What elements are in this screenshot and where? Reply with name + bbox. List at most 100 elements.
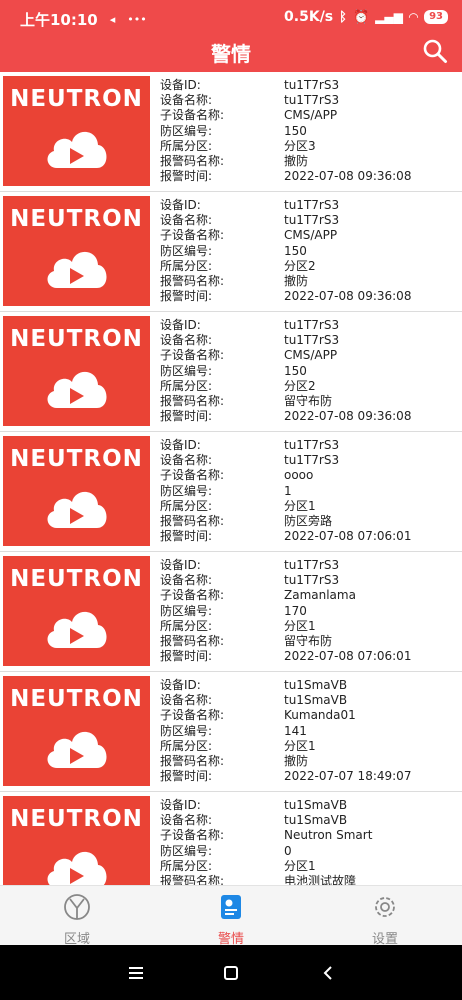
field-device-name: 设备名称: tu1SmaVB	[160, 693, 460, 708]
field-label: 报警时间:	[160, 529, 213, 544]
field-value: 2022-07-08 09:36:08	[284, 409, 412, 424]
field-value: tu1T7rS3	[284, 318, 340, 332]
alarm-details: 设备ID: tu1SmaVB 设备名称: tu1SmaVB 子设备名称: Neutron …	[160, 798, 460, 885]
neutron-logo-thumbnail: NEUTRON	[3, 436, 150, 546]
field-label: 报警时间:	[160, 769, 213, 784]
field-device-id: 设备ID: tu1T7rS3	[160, 78, 460, 93]
more-notifications-icon: •••	[127, 13, 147, 26]
alarm-list-item[interactable]: NEUTRON 设备ID: tu1SmaVB 设备名称: tu1SmaVB 子设备名称: K…	[0, 672, 462, 792]
field-value: 分区1	[284, 618, 316, 633]
field-label: 设备名称:	[160, 93, 213, 108]
field-label: 防区编号:	[160, 123, 213, 138]
field-label: 设备ID:	[160, 558, 201, 572]
field-sub-device-name: 子设备名称: oooo	[160, 468, 460, 483]
field-device-id: 设备ID: tu1T7rS3	[160, 198, 460, 213]
field-label: 子设备名称:	[160, 708, 225, 723]
menu-icon[interactable]	[124, 961, 148, 985]
field-sub-device-name: 子设备名称: CMS/APP	[160, 228, 460, 243]
field-alarm-code: 报警码名称: 防区旁路	[160, 514, 460, 529]
field-value: 2022-07-07 18:49:07	[284, 769, 412, 784]
field-value: tu1T7rS3	[284, 333, 340, 348]
cloud-play-icon	[47, 131, 107, 168]
field-label: 设备名称:	[160, 573, 213, 588]
brand-text: NEUTRON	[10, 446, 143, 472]
field-partition: 所属分区: 分区1	[160, 619, 460, 634]
field-value: 防区旁路	[284, 513, 333, 528]
field-zone-no: 防区编号: 0	[160, 844, 460, 859]
field-alarm-time: 报警时间: 2022-07-08 09:36:08	[160, 169, 460, 184]
field-value: tu1T7rS3	[284, 558, 340, 572]
field-sub-device-name: 子设备名称: Zamanlama	[160, 588, 460, 603]
tab-area[interactable]: 区域	[0, 892, 154, 947]
field-value: 分区3	[284, 138, 316, 153]
field-label: 设备名称:	[160, 693, 213, 708]
field-value: 分区2	[284, 378, 316, 393]
field-label: 报警码名称:	[160, 873, 225, 885]
system-navigation-bar	[0, 945, 462, 1000]
field-device-id: 设备ID: tu1T7rS3	[160, 318, 460, 333]
field-label: 报警码名称:	[160, 273, 225, 288]
field-sub-device-name: 子设备名称: Neutron Smart	[160, 828, 460, 843]
notification-icon: ◂	[109, 13, 116, 26]
alarm-clock-icon: ⏰	[352, 9, 370, 25]
field-value: 留守布防	[284, 393, 333, 408]
field-label: 防区编号:	[160, 843, 213, 858]
field-value: 150	[284, 363, 307, 378]
cloud-play-icon	[47, 611, 107, 648]
field-label: 报警码名称:	[160, 753, 225, 768]
status-time: 上午10:10	[20, 11, 98, 29]
field-label: 防区编号:	[160, 243, 213, 258]
field-value: 撤防	[284, 153, 309, 168]
field-value: CMS/APP	[284, 108, 338, 123]
field-value: tu1SmaVB	[284, 693, 348, 708]
tab-alarm[interactable]: 警情	[154, 892, 308, 947]
field-alarm-code: 报警码名称: 撤防	[160, 154, 460, 169]
field-partition: 所属分区: 分区3	[160, 139, 460, 154]
field-alarm-code: 报警码名称: 撤防	[160, 274, 460, 289]
field-value: 撤防	[284, 273, 309, 288]
field-label: 所属分区:	[160, 258, 213, 273]
field-label: 所属分区:	[160, 498, 213, 513]
back-icon[interactable]	[316, 961, 340, 985]
field-device-name: 设备名称: tu1T7rS3	[160, 453, 460, 468]
field-label: 设备名称:	[160, 453, 213, 468]
alarm-list-item[interactable]: NEUTRON 设备ID: tu1SmaVB 设备名称: tu1SmaVB 子设备名称: N…	[0, 792, 462, 885]
field-label: 防区编号:	[160, 483, 213, 498]
field-device-name: 设备名称: tu1T7rS3	[160, 213, 460, 228]
field-label: 所属分区:	[160, 738, 213, 753]
field-label: 设备名称:	[160, 213, 213, 228]
search-icon[interactable]	[422, 38, 448, 64]
cloud-play-icon	[47, 731, 107, 768]
field-sub-device-name: 子设备名称: CMS/APP	[160, 108, 460, 123]
field-alarm-time: 报警时间: 2022-07-08 07:06:01	[160, 649, 460, 664]
field-alarm-time: 报警时间: 2022-07-08 07:06:01	[160, 529, 460, 544]
field-value: tu1T7rS3	[284, 213, 340, 228]
home-icon[interactable]	[219, 961, 243, 985]
field-label: 子设备名称:	[160, 228, 225, 243]
alarm-list-item[interactable]: NEUTRON 设备ID: tu1T7rS3 设备名称: tu1T7rS3 子设备名称: C…	[0, 72, 462, 192]
field-zone-no: 防区编号: 170	[160, 604, 460, 619]
tab-settings[interactable]: 设置	[308, 892, 462, 947]
cloud-play-icon	[47, 251, 107, 288]
field-value: 分区2	[284, 258, 316, 273]
field-partition: 所属分区: 分区2	[160, 379, 460, 394]
net-speed: 0.5K/s	[284, 9, 334, 25]
alarm-details: 设备ID: tu1T7rS3 设备名称: tu1T7rS3 子设备名称: CMS/APP 防…	[160, 198, 460, 304]
field-value: 170	[284, 603, 307, 618]
alarm-list[interactable]: NEUTRON 设备ID: tu1T7rS3 设备名称: tu1T7rS3 子设备名称: C…	[0, 72, 462, 885]
field-alarm-time: 报警时间: 2022-07-08 09:36:08	[160, 409, 460, 424]
field-label: 设备ID:	[160, 678, 201, 692]
alarm-list-item[interactable]: NEUTRON 设备ID: tu1T7rS3 设备名称: tu1T7rS3 子设备名称: o…	[0, 432, 462, 552]
field-partition: 所属分区: 分区1	[160, 499, 460, 514]
field-label: 设备ID:	[160, 78, 201, 92]
field-value: tu1T7rS3	[284, 198, 340, 212]
field-label: 子设备名称:	[160, 468, 225, 483]
field-partition: 所属分区: 分区1	[160, 859, 460, 874]
alarm-list-item[interactable]: NEUTRON 设备ID: tu1T7rS3 设备名称: tu1T7rS3 子设备名称: C…	[0, 312, 462, 432]
field-label: 报警时间:	[160, 289, 213, 304]
alarm-list-item[interactable]: NEUTRON 设备ID: tu1T7rS3 设备名称: tu1T7rS3 子设备名称: Z…	[0, 552, 462, 672]
cloud-play-icon	[47, 851, 107, 885]
signal-icon: ▂▄▆	[375, 10, 403, 24]
alarm-list-item[interactable]: NEUTRON 设备ID: tu1T7rS3 设备名称: tu1T7rS3 子设备名称: C…	[0, 192, 462, 312]
field-value: CMS/APP	[284, 348, 338, 363]
